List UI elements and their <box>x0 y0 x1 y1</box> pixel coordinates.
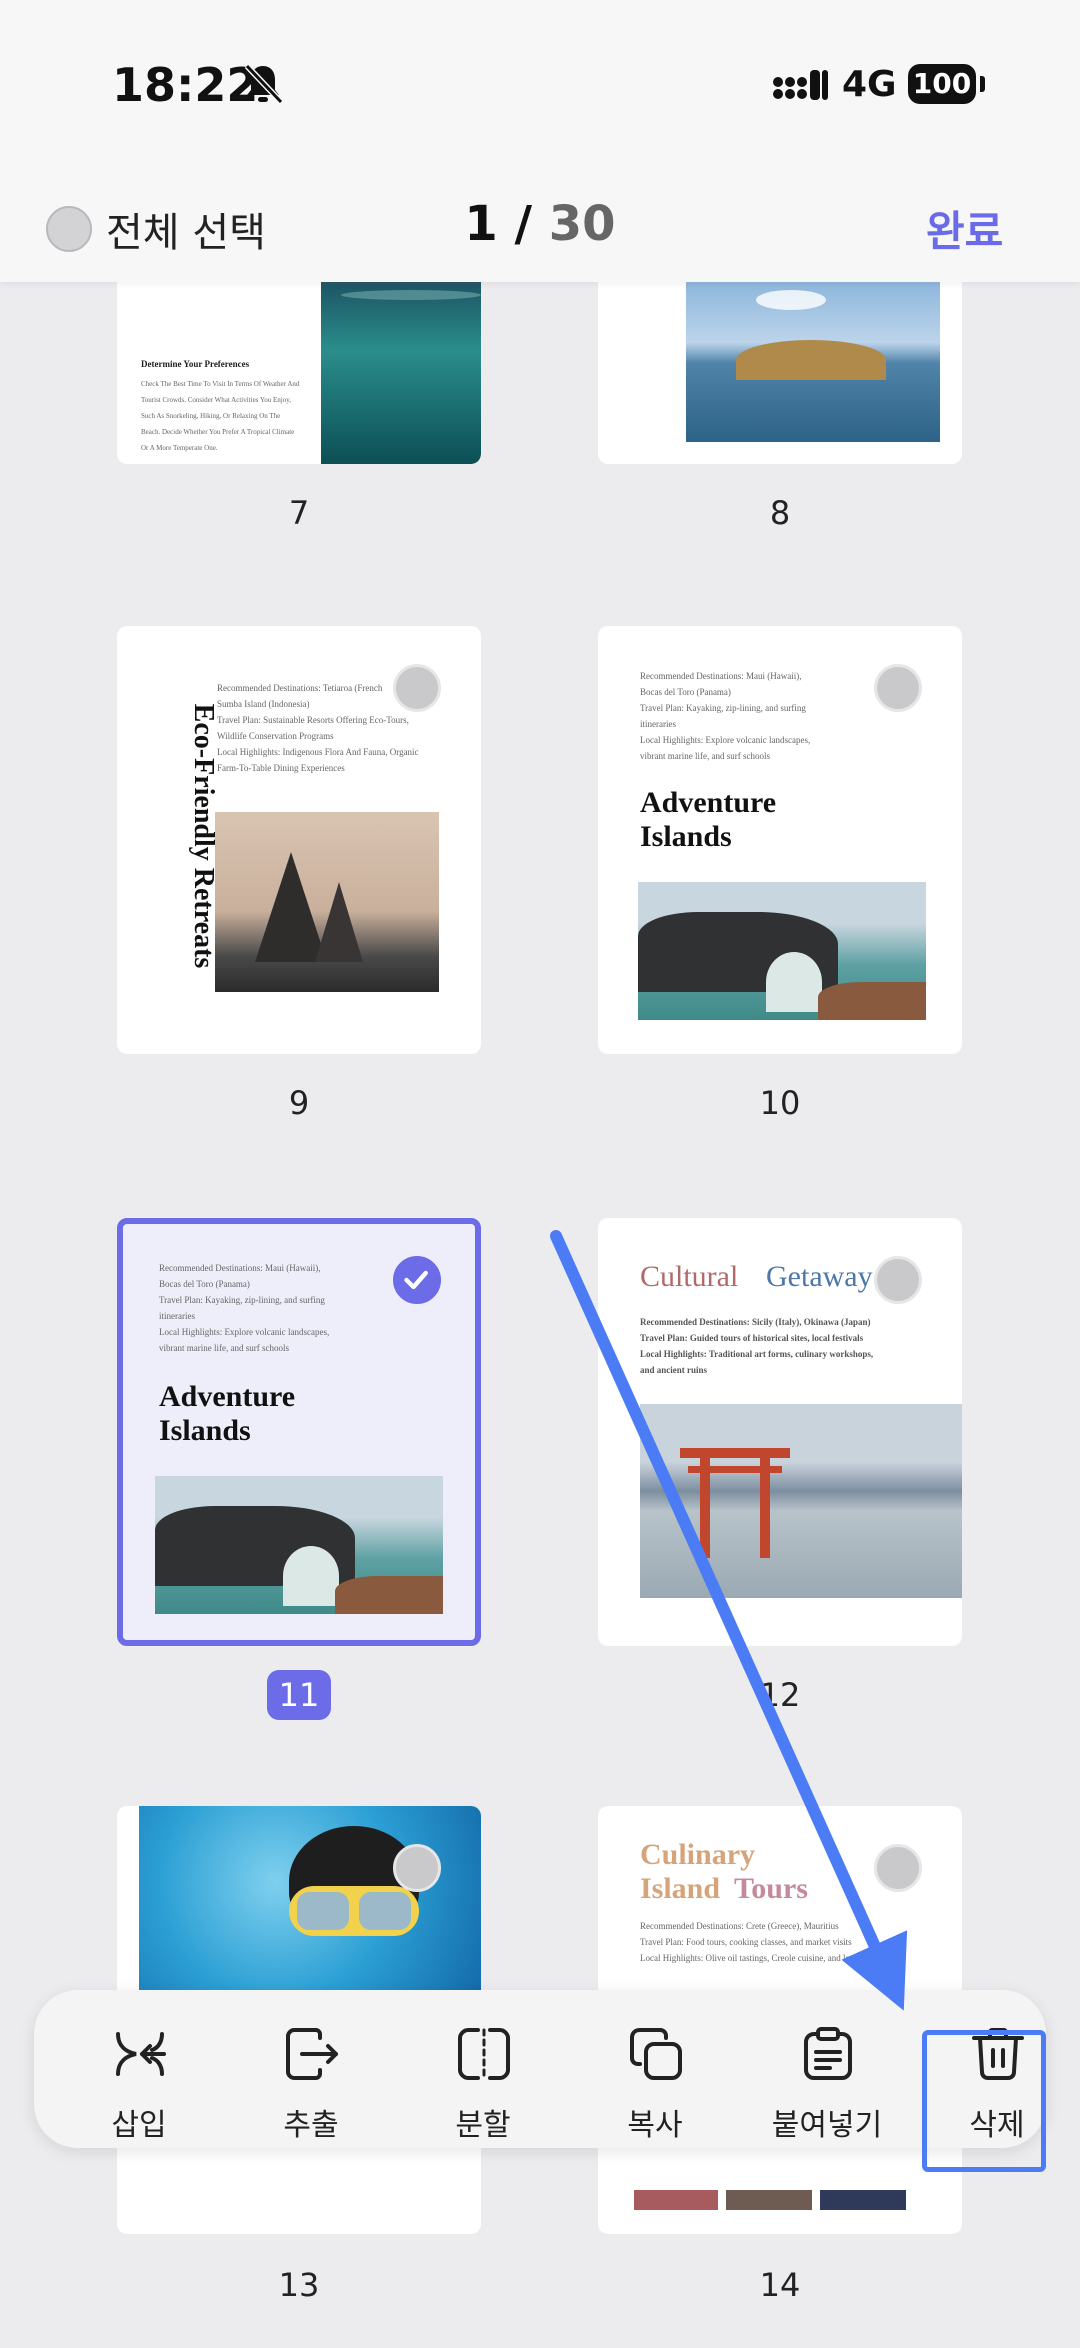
page-9-line-3: Travel Plan: Sustainable Resorts Offerin… <box>217 715 409 725</box>
paste-button[interactable]: 붙여넣기 <box>752 1990 902 2148</box>
page-14-select-circle[interactable] <box>874 1844 922 1892</box>
page-number-12: 12 <box>759 1676 801 1714</box>
page-14-title-2a: Island <box>640 1872 721 1905</box>
food-photo-3 <box>820 2190 906 2210</box>
extract-button[interactable]: 추출 <box>236 1990 386 2148</box>
current-page: 1 <box>464 196 498 252</box>
page-number-9: 9 <box>288 1084 310 1122</box>
copy-label: 복사 <box>627 2108 683 2143</box>
page-10-title-2: Islands <box>640 820 732 853</box>
page-14-line-3: Local Highlights: Olive oil tastings, Cr… <box>640 1953 901 1963</box>
snorkeler-image <box>139 1806 481 1996</box>
page-14-line-2: Travel Plan: Food tours, cooking classes… <box>640 1937 852 1947</box>
food-photo-2 <box>726 2190 812 2210</box>
page-12-select-circle[interactable] <box>874 1256 922 1304</box>
page-12-title-a: Cultural <box>640 1260 739 1293</box>
page-11-line-1: Recommended Destinations: Maui (Hawaii), <box>159 1263 321 1273</box>
page-12-title-b: Getaway <box>766 1260 873 1293</box>
page-11-select-circle[interactable] <box>393 1256 441 1304</box>
page-10-line-4: itineraries <box>640 719 676 729</box>
copy-button[interactable]: 복사 <box>580 1990 730 2148</box>
paste-label: 붙여넣기 <box>771 2108 883 2143</box>
rock-arch-image <box>638 882 926 1020</box>
page-11-title-1: Adventure <box>159 1380 296 1413</box>
page-11-line-6: vibrant marine life, and surf schools <box>159 1343 289 1353</box>
checkmark-icon <box>404 1270 428 1290</box>
page-separator: / <box>514 196 533 252</box>
trash-icon <box>972 2028 1024 2080</box>
page-12-line-4: and ancient ruins <box>640 1365 708 1375</box>
page-9-line-6: Farm-To-Table Dining Experiences <box>217 763 345 773</box>
split-label: 분할 <box>455 2108 511 2143</box>
insert-label: 삽입 <box>111 2108 167 2143</box>
page-thumbnail-10[interactable]: Recommended Destinations: Maui (Hawaii),… <box>598 626 962 1054</box>
page-11-title-2: Islands <box>159 1414 251 1447</box>
rock-arch-image <box>155 1476 443 1614</box>
insert-button[interactable]: 삽입 <box>64 1990 214 2148</box>
page-number-13: 13 <box>278 2266 320 2304</box>
page-7-body: Check The Best Time To Visit In Terms Of… <box>141 380 300 452</box>
page-10-line-5: Local Highlights: Explore volcanic lands… <box>640 735 811 745</box>
top-bar: 18:22 4G 100 전체 선택 1 / 30 완료 <box>0 0 1080 282</box>
sea-stacks-image <box>215 812 439 992</box>
battery-tip <box>980 76 985 92</box>
page-11-line-5: Local Highlights: Explore volcanic lands… <box>159 1327 330 1337</box>
bell-muted-icon <box>244 63 283 105</box>
page-12-line-3: Local Highlights: Traditional art forms,… <box>640 1349 874 1359</box>
page-9-line-5: Local Highlights: Indigenous Flora And F… <box>217 747 419 757</box>
signal-icon <box>773 70 828 100</box>
page-10-line-3: Travel Plan: Kayaking, zip-lining, and s… <box>640 703 806 713</box>
page-10-line-2: Bocas del Toro (Panama) <box>640 687 731 697</box>
battery-indicator: 100 <box>908 64 976 104</box>
page-14-title-2b: Tours <box>734 1872 808 1905</box>
page-10-title-1: Adventure <box>640 786 777 819</box>
page-9-line-4: Wildlife Conservation Programs <box>217 731 334 741</box>
page-thumbnail-11[interactable]: Recommended Destinations: Maui (Hawaii),… <box>117 1218 481 1646</box>
status-time: 18:22 <box>112 58 259 112</box>
page-10-line-6: vibrant marine life, and surf schools <box>640 751 770 761</box>
page-number-10: 10 <box>759 1084 801 1122</box>
food-photo-1 <box>634 2190 718 2210</box>
split-button[interactable]: 분할 <box>408 1990 558 2148</box>
insert-icon <box>116 2032 166 2076</box>
page-thumbnail-9[interactable]: Eco-Friendly Retreats Recommended Destin… <box>117 626 481 1054</box>
page-number-8: 8 <box>769 494 791 532</box>
total-pages: 30 <box>548 196 616 252</box>
page-12-line-2: Travel Plan: Guided tours of historical … <box>640 1333 864 1343</box>
page-9-select-circle[interactable] <box>393 664 441 712</box>
page-actions-toolbar: 삽입 추출 분할 복사 붙여넣기 삭제 <box>34 1990 1046 2148</box>
extract-label: 추출 <box>283 2108 339 2143</box>
delete-label: 삭제 <box>969 2108 1025 2143</box>
page-9-vertical-title: Eco-Friendly Retreats <box>188 703 219 969</box>
page-14-line-1: Recommended Destinations: Crete (Greece)… <box>640 1921 839 1931</box>
extract-icon <box>286 2028 338 2080</box>
page-11-line-3: Travel Plan: Kayaking, zip-lining, and s… <box>159 1295 325 1305</box>
page-10-select-circle[interactable] <box>874 664 922 712</box>
paste-icon <box>804 2027 852 2080</box>
page-number-14: 14 <box>759 2266 801 2304</box>
page-9-line-1: Recommended Destinations: Tetiaroa (Fren… <box>217 683 383 693</box>
page-12-line-1: Recommended Destinations: Sicily (Italy)… <box>640 1317 871 1327</box>
torii-gate-image <box>640 1404 962 1598</box>
page-number-11: 11 <box>267 1670 331 1720</box>
page-counter: 1 / 30 <box>0 196 1080 252</box>
page-thumbnail-12[interactable]: Cultural Getaway Recommended Destination… <box>598 1218 962 1646</box>
done-button[interactable]: 완료 <box>926 198 1003 259</box>
page-9-line-2: Sumba Island (Indonesia) <box>217 699 310 709</box>
page-10-line-1: Recommended Destinations: Maui (Hawaii), <box>640 671 802 681</box>
page-11-line-4: itineraries <box>159 1311 195 1321</box>
page-14-title-1: Culinary <box>640 1838 756 1871</box>
network-label: 4G <box>842 64 897 105</box>
copy-icon <box>630 2028 682 2080</box>
page-number-7: 7 <box>288 494 310 532</box>
page-13-select-circle[interactable] <box>393 1844 441 1892</box>
page-11-line-2: Bocas del Toro (Panama) <box>159 1279 250 1289</box>
page-7-heading: Determine Your Preferences <box>141 359 250 369</box>
delete-button[interactable]: 삭제 <box>922 1990 1072 2148</box>
split-icon <box>458 2028 510 2080</box>
